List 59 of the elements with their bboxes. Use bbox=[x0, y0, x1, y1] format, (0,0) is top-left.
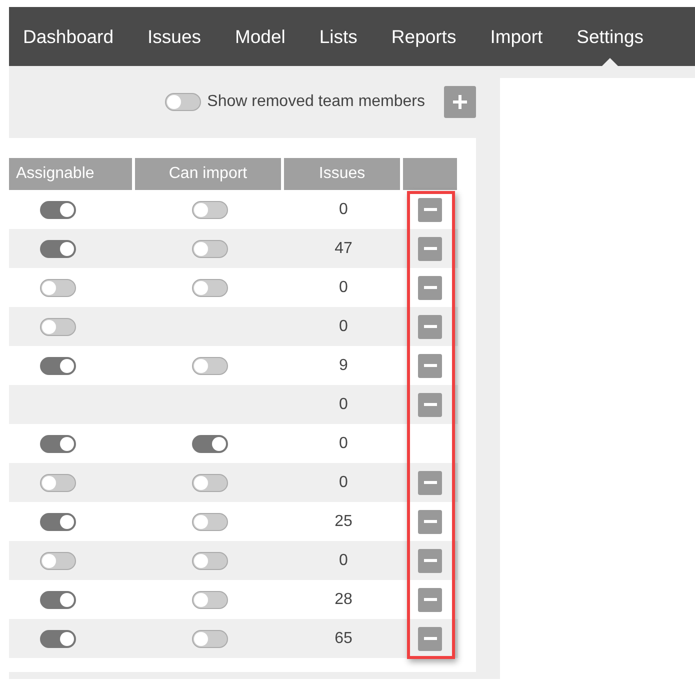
toggle-switch[interactable] bbox=[192, 630, 228, 648]
remove-button[interactable] bbox=[418, 588, 442, 612]
toggle-switch[interactable] bbox=[40, 552, 76, 570]
toggle-switch[interactable] bbox=[40, 200, 76, 218]
remove-button[interactable] bbox=[418, 548, 442, 572]
issue-count: 65 bbox=[334, 630, 352, 648]
toggle-switch[interactable] bbox=[40, 434, 76, 452]
toggle-label: Show removed team members bbox=[207, 93, 425, 111]
issue-count: 9 bbox=[339, 356, 348, 374]
nav-tab[interactable]: Import bbox=[490, 7, 543, 66]
column-header: Can import bbox=[135, 158, 281, 190]
toggle-switch[interactable] bbox=[40, 240, 76, 258]
nav-tab[interactable]: Reports bbox=[391, 7, 456, 66]
toggle-switch[interactable] bbox=[192, 590, 228, 608]
remove-button[interactable] bbox=[418, 392, 442, 416]
add-button[interactable] bbox=[444, 86, 476, 118]
issue-count: 0 bbox=[339, 318, 348, 336]
remove-button[interactable] bbox=[418, 470, 442, 494]
remove-button[interactable] bbox=[418, 354, 442, 378]
toggle-switch[interactable] bbox=[40, 318, 76, 336]
toggle-switch[interactable] bbox=[192, 434, 228, 452]
issue-count: 28 bbox=[334, 590, 352, 608]
plus-icon bbox=[452, 94, 468, 110]
toggle-switch[interactable] bbox=[40, 590, 76, 608]
toggle-switch[interactable] bbox=[192, 356, 228, 374]
issue-count: 25 bbox=[334, 512, 352, 530]
toggle-switch[interactable] bbox=[40, 630, 76, 648]
nav-tab[interactable]: Lists bbox=[319, 7, 358, 66]
nav-tab[interactable]: Issues bbox=[148, 7, 201, 66]
issue-count: 0 bbox=[339, 396, 348, 414]
toggle-switch[interactable] bbox=[40, 512, 76, 530]
issue-count: 0 bbox=[339, 552, 348, 570]
remove-button[interactable] bbox=[418, 236, 442, 260]
nav-tab[interactable]: Dashboard bbox=[23, 7, 114, 66]
toggle-switch[interactable] bbox=[192, 512, 228, 530]
toggle-switch[interactable] bbox=[192, 240, 228, 258]
column-header: Assignable bbox=[9, 158, 132, 190]
column-header: Issues bbox=[284, 158, 400, 190]
nav-tab[interactable]: Model bbox=[234, 7, 286, 66]
remove-button[interactable] bbox=[418, 276, 442, 300]
issue-count: 0 bbox=[339, 200, 348, 218]
nav-tab[interactable]: Settings bbox=[576, 7, 644, 66]
issue-count: 0 bbox=[339, 278, 348, 296]
issue-count: 0 bbox=[339, 434, 348, 452]
toggle-switch[interactable] bbox=[192, 200, 228, 218]
remove-button[interactable] bbox=[418, 198, 442, 222]
toggle-switch[interactable] bbox=[165, 93, 202, 111]
issue-count: 47 bbox=[334, 240, 352, 258]
remove-button[interactable] bbox=[418, 626, 442, 650]
remove-button[interactable] bbox=[418, 314, 442, 338]
toggle-switch[interactable] bbox=[192, 474, 228, 492]
column-header bbox=[403, 158, 457, 190]
toggle-switch[interactable] bbox=[40, 356, 76, 374]
issue-count: 0 bbox=[339, 474, 348, 492]
toggle-switch[interactable] bbox=[192, 278, 228, 296]
toggle-switch[interactable] bbox=[40, 474, 76, 492]
toggle-switch[interactable] bbox=[192, 552, 228, 570]
remove-button[interactable] bbox=[418, 510, 442, 534]
toggle-switch[interactable] bbox=[40, 278, 76, 296]
